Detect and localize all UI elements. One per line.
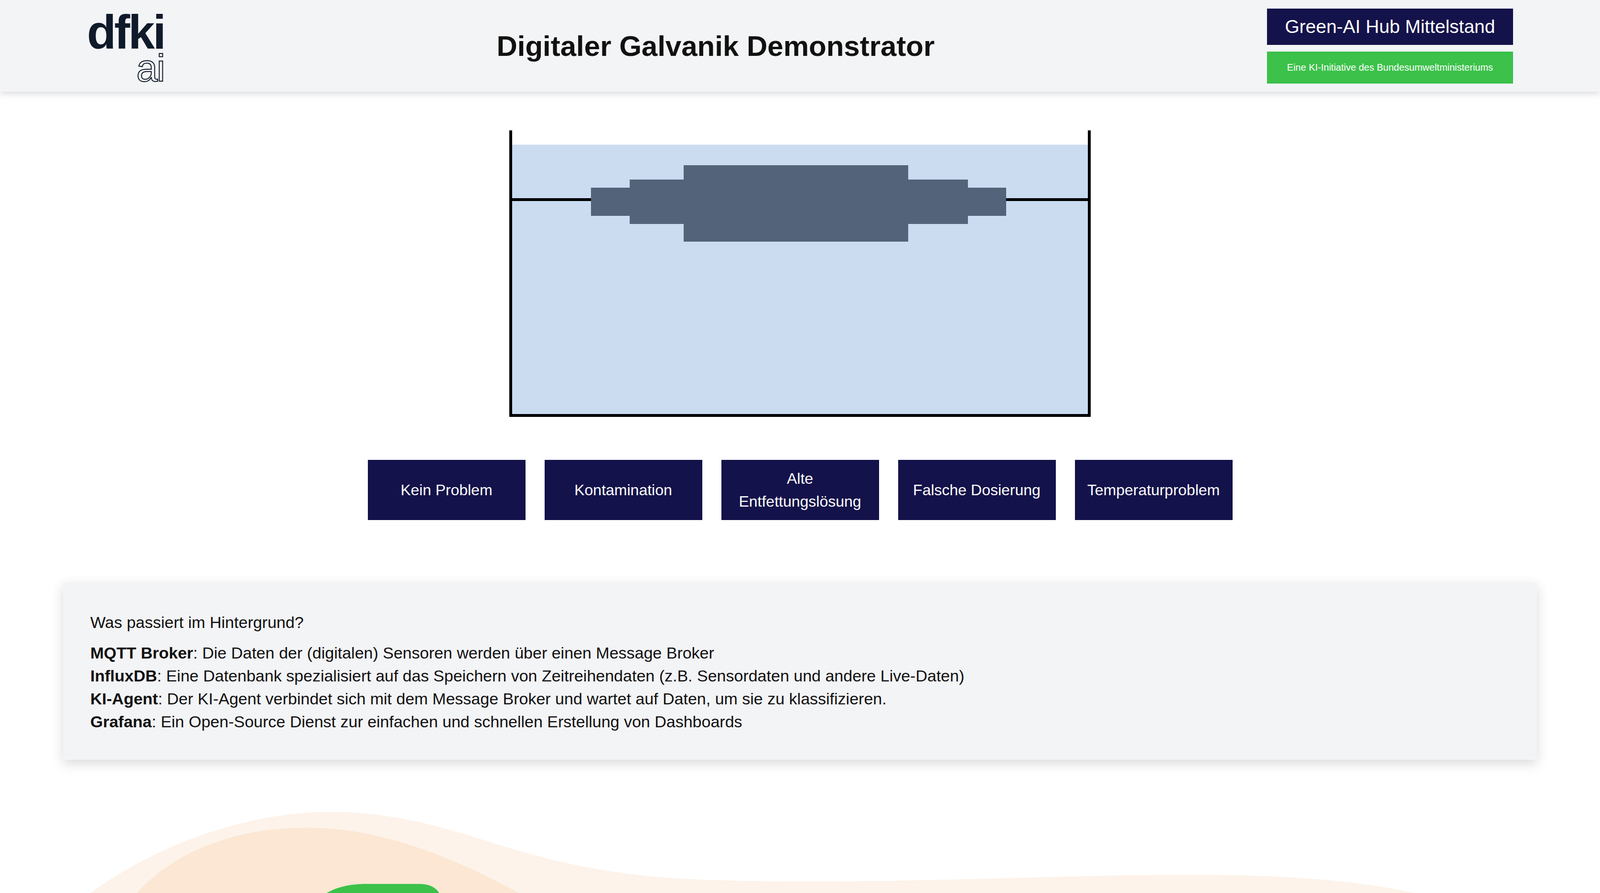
badge-title: Green-AI Hub Mittelstand [1267, 8, 1514, 45]
info-description: : Der KI-Agent verbindet sich mit dem Me… [158, 689, 887, 709]
info-item: KI-Agent: Der KI-Agent verbindet sich mi… [90, 687, 1510, 711]
info-term: MQTT Broker [90, 644, 194, 663]
info-panel: Was passiert im Hintergrund? MQTT Broker:… [63, 582, 1537, 761]
scenario-button[interactable]: Alte Entfettungslösung [721, 460, 880, 521]
bath-liquid [512, 144, 1088, 415]
background-shape-icon [0, 804, 1600, 893]
info-item: InfluxDB: Eine Datenbank spezialisiert a… [90, 664, 1510, 688]
scenario-buttons: Kein Problem Kontamination Alte Entfettung… [367, 460, 1233, 521]
green-ai-badge[interactable]: Green-AI Hub Mittelstand Eine KI-Initiati… [1267, 8, 1514, 84]
scenario-button[interactable]: Temperaturproblem [1074, 460, 1233, 521]
tank-walls [510, 130, 1090, 416]
info-heading: Was passiert im Hintergrund? [90, 611, 1510, 634]
badge-subtitle: Eine KI-Initiative des Bundesumweltminis… [1267, 51, 1514, 84]
workpiece [590, 165, 1007, 242]
header: dfkiai Digitaler Galvanik Demonstrator Gre… [0, 0, 1600, 92]
scenario-button[interactable]: Kontamination [544, 460, 703, 521]
scenario-button[interactable]: Kein Problem [367, 460, 526, 521]
logo-top: dfki [86, 12, 165, 52]
info-term: Grafana [90, 712, 152, 731]
info-description: : Ein Open-Source Dienst zur einfachen u… [151, 712, 743, 731]
scenario-button[interactable]: Falsche Dosierung [898, 460, 1056, 521]
info-item: Grafana: Ein Open-Source Dienst zur einf… [90, 710, 1510, 734]
info-description: : Eine Datenbank spezialisiert auf das S… [157, 666, 965, 686]
logo-bottom: ai [136, 53, 165, 84]
info-item: MQTT Broker: Die Daten der (digitalen) S… [90, 641, 1510, 665]
page: dfkiai Digitaler Galvanik Demonstrator Gre… [0, 0, 1600, 893]
info-term: InfluxDB [90, 666, 158, 686]
dfki-logo[interactable]: dfkiai [86, 8, 165, 84]
tank-diagram [509, 130, 1091, 418]
info-term: KI-Agent [90, 689, 159, 709]
info-description: : Die Daten der (digitalen) Sensoren wer… [193, 644, 715, 663]
decoration [0, 804, 1600, 893]
page-title: Digitaler Galvanik Demonstrator [496, 29, 935, 63]
main: Kein Problem Kontamination Alte Entfettung… [0, 91, 1600, 893]
